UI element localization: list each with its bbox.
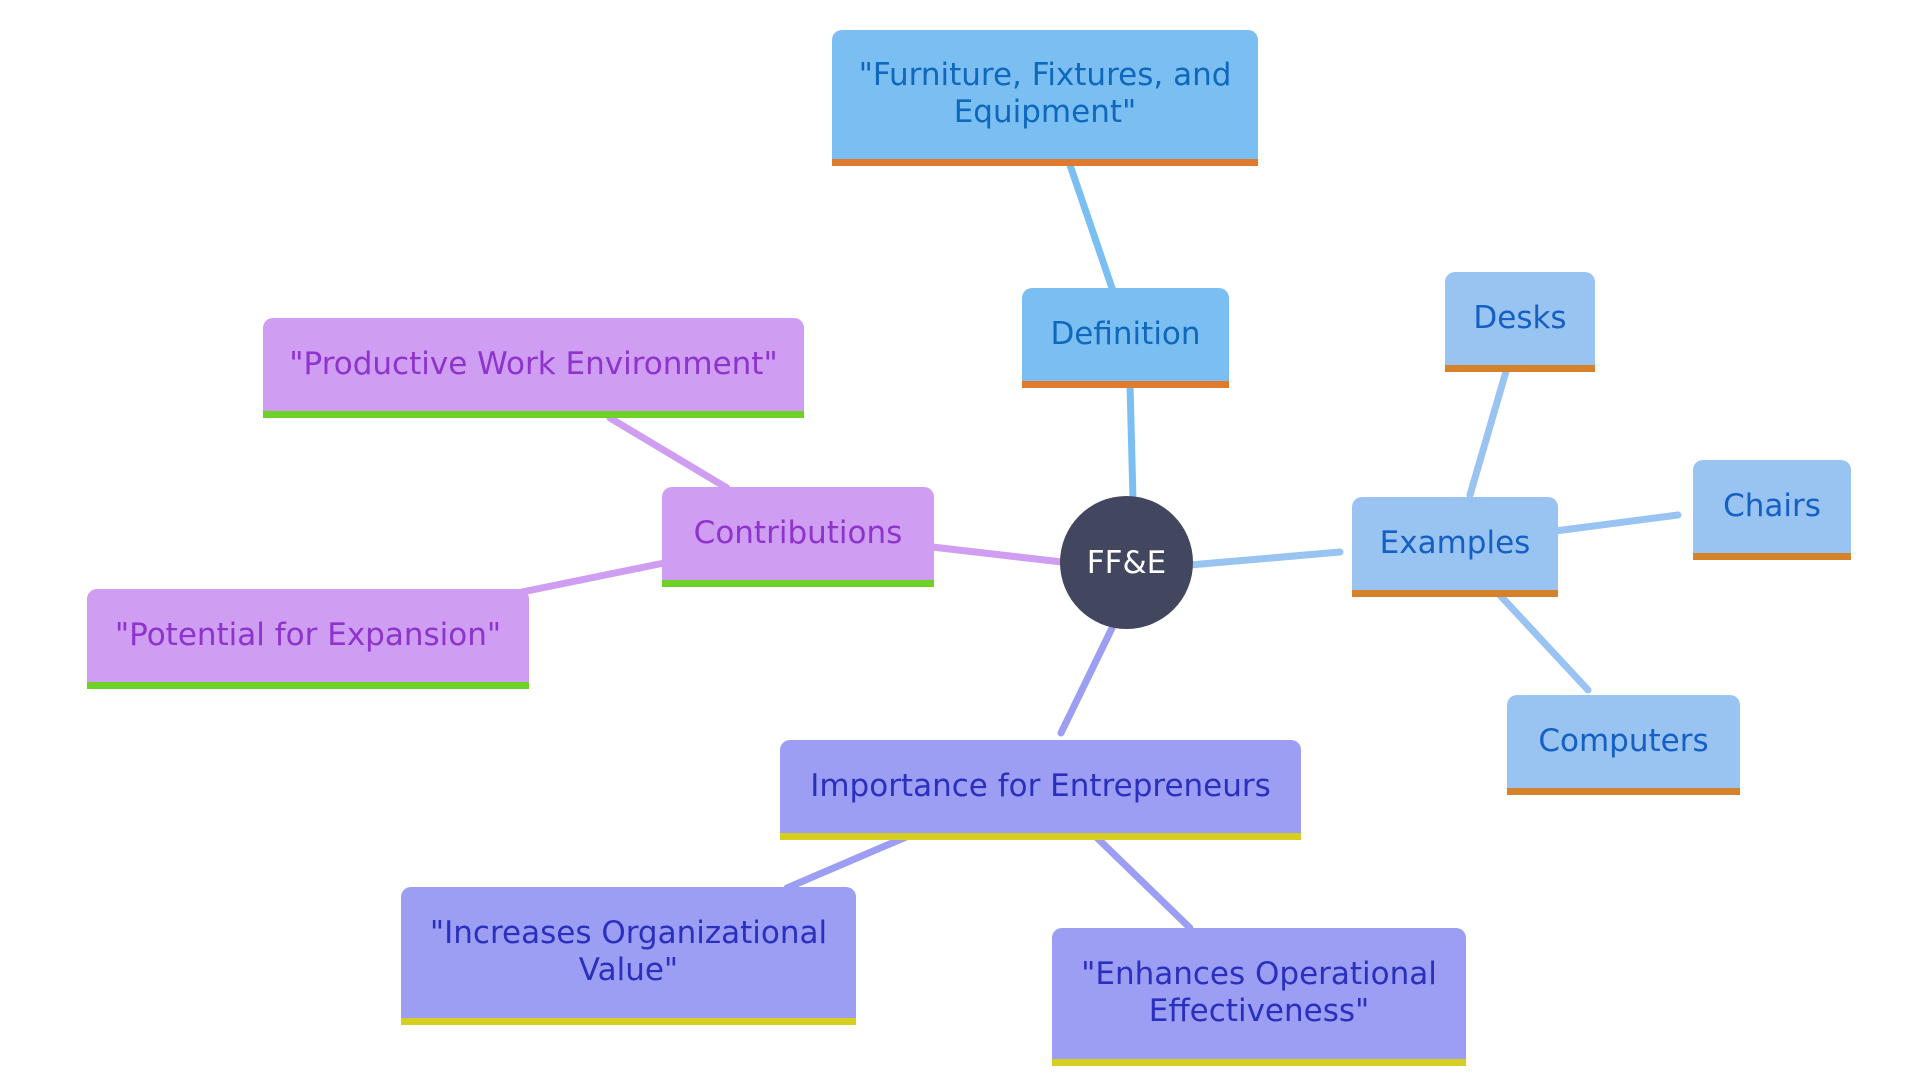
edge-examples-desks <box>1466 364 1511 499</box>
node-label: Chairs <box>1723 487 1821 524</box>
node-underline <box>1352 590 1558 597</box>
node-definition[interactable]: Definition <box>1022 288 1229 388</box>
node-examples[interactable]: Examples <box>1352 497 1558 597</box>
root-node-label: FF&E <box>1086 544 1167 581</box>
node-desks[interactable]: Desks <box>1445 272 1595 372</box>
edge-root-contributions <box>928 543 1066 566</box>
node-contributions[interactable]: Contributions <box>662 487 934 587</box>
edge-root-definition <box>1126 380 1137 504</box>
node-label: Examples <box>1379 524 1531 561</box>
node-enhances-operational-effectiveness[interactable]: "Enhances Operational Effectiveness" <box>1052 928 1466 1066</box>
node-label: "Potential for Expansion" <box>114 616 502 653</box>
node-computers[interactable]: Computers <box>1507 695 1740 795</box>
root-node-ffe[interactable]: FF&E <box>1060 496 1193 629</box>
edge-definition-meaning <box>1066 161 1116 292</box>
node-increases-organizational-value[interactable]: "Increases Organizational Value" <box>401 887 856 1025</box>
node-label: Computers <box>1538 722 1709 759</box>
edge-examples-computers <box>1493 588 1592 694</box>
node-underline <box>1022 381 1229 388</box>
node-underline <box>1052 1059 1466 1066</box>
node-potential-for-expansion[interactable]: "Potential for Expansion" <box>87 589 529 689</box>
node-underline <box>263 411 804 418</box>
node-label: "Furniture, Fixtures, and Equipment" <box>858 57 1232 130</box>
node-definition-meaning[interactable]: "Furniture, Fixtures, and Equipment" <box>832 30 1258 166</box>
node-underline <box>780 833 1301 840</box>
node-chairs[interactable]: Chairs <box>1693 460 1851 560</box>
node-underline <box>1445 365 1595 372</box>
node-label: "Increases Organizational Value" <box>429 915 828 988</box>
node-underline <box>87 682 529 689</box>
edge-contributions-productive <box>606 414 731 492</box>
node-label: Desks <box>1473 299 1567 336</box>
node-underline <box>401 1018 856 1025</box>
node-label: Definition <box>1050 315 1201 352</box>
edge-examples-chairs <box>1536 511 1682 537</box>
node-label: "Productive Work Environment" <box>289 345 778 382</box>
node-label: Contributions <box>693 514 903 551</box>
node-productive-work-environment[interactable]: "Productive Work Environment" <box>263 318 804 418</box>
node-label: Importance for Entrepreneurs <box>810 767 1271 804</box>
node-underline <box>662 580 934 587</box>
edge-importance-enhances <box>1086 827 1194 932</box>
edge-root-examples <box>1186 548 1344 569</box>
edge-contributions-potential <box>518 559 668 596</box>
node-underline <box>1507 788 1740 795</box>
node-underline <box>832 159 1258 166</box>
node-importance-for-entrepreneurs[interactable]: Importance for Entrepreneurs <box>780 740 1301 840</box>
edge-root-importance <box>1057 622 1117 737</box>
node-underline <box>1693 553 1851 560</box>
node-label: "Enhances Operational Effectiveness" <box>1081 956 1437 1029</box>
